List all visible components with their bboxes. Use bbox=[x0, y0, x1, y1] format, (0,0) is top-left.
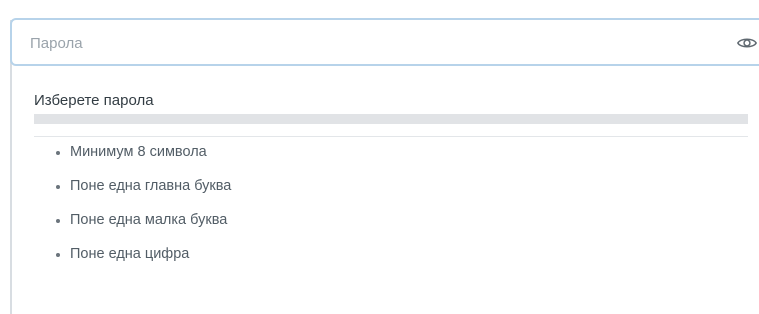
popover-divider bbox=[34, 136, 748, 137]
bullet-icon bbox=[56, 219, 60, 223]
eye-icon[interactable] bbox=[736, 32, 758, 54]
requirement-text: Поне една главна буква bbox=[70, 178, 232, 194]
bullet-icon bbox=[56, 151, 60, 155]
requirement-item: Минимум 8 символа bbox=[34, 142, 231, 176]
password-input[interactable] bbox=[30, 32, 690, 54]
requirement-item: Поне една главна буква bbox=[34, 176, 231, 210]
requirement-item: Поне една малка буква bbox=[34, 210, 231, 244]
requirement-text: Поне една цифра bbox=[70, 246, 190, 262]
password-requirements-list: Минимум 8 символа Поне една главна буква… bbox=[34, 142, 231, 278]
password-strength-bar bbox=[34, 114, 748, 124]
password-field[interactable] bbox=[10, 18, 759, 66]
password-widget: Изберете парола Минимум 8 символа Поне е… bbox=[0, 0, 759, 314]
popover-title: Изберете парола bbox=[34, 92, 154, 109]
password-strength-popover: Изберете парола Минимум 8 символа Поне е… bbox=[12, 74, 759, 314]
requirement-text: Минимум 8 символа bbox=[70, 144, 207, 160]
bullet-icon bbox=[56, 253, 60, 257]
requirement-text: Поне една малка буква bbox=[70, 212, 228, 228]
requirement-item: Поне една цифра bbox=[34, 244, 231, 278]
bullet-icon bbox=[56, 185, 60, 189]
